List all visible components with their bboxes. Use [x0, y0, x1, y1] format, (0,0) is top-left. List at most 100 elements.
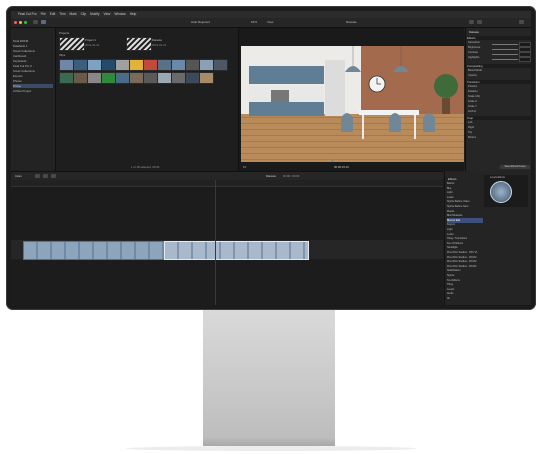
inspector-section-compositing[interactable]: Compositing — [467, 64, 531, 68]
sidebar-item-cardboard[interactable]: Cardboard — [13, 54, 26, 58]
sidebar-item-event[interactable]: Databank 1 — [13, 44, 27, 48]
clip-thumbnail[interactable] — [87, 72, 102, 84]
menu-item-clip[interactable]: Clip — [81, 11, 87, 18]
param-slider[interactable] — [492, 44, 518, 45]
save-preset-button[interactable]: Save Effects Preset — [500, 165, 530, 169]
sidebar-item-label: Smart Collections — [13, 49, 35, 53]
filter-popup[interactable]: Hide Rejected — [191, 20, 210, 24]
kitchen-scene-image — [241, 46, 464, 162]
viewer-image[interactable] — [241, 46, 464, 162]
sidebar-item-plain-project[interactable]: A Plain Project — [13, 89, 31, 93]
zoom-popup[interactable]: 64% — [251, 20, 257, 24]
monitor-bezel: Final Cut Pro File Edit Trim Mark Clip M… — [6, 6, 536, 310]
param-label: Right — [468, 126, 475, 129]
menu-item-trim[interactable]: Trim — [59, 11, 65, 18]
clip-thumbnail[interactable] — [87, 59, 102, 71]
minimize-window-button[interactable] — [19, 21, 22, 24]
view-popup[interactable]: View — [267, 20, 273, 24]
clip-thumbnail[interactable] — [143, 59, 158, 71]
clip-thumbnail[interactable] — [199, 72, 214, 84]
effect-thumbnail[interactable] — [490, 181, 512, 203]
clip-thumbnail[interactable] — [171, 59, 186, 71]
sidebar-item-photos[interactable]: Photos — [13, 79, 22, 83]
clip-thumbnail[interactable] — [59, 72, 74, 84]
menu-item-edit[interactable]: Edit — [50, 11, 56, 18]
inspector-section-effects[interactable]: Effects — [467, 36, 531, 40]
inspector-section-label: Effects — [467, 36, 476, 40]
sidebar-item-smart-collections[interactable]: Smart Collections — [13, 49, 35, 53]
sidebar-item-fcpx[interactable]: Final Cut Pro X — [13, 64, 32, 68]
sidebar-item-bridge[interactable]: Bridge — [13, 84, 53, 88]
project-thumbnail[interactable] — [59, 37, 85, 51]
inspector-row: Scale (All) — [468, 95, 530, 99]
save-preset-label: Save Effects Preset — [504, 165, 526, 168]
menu-item-file[interactable]: File — [41, 11, 46, 18]
import-icon[interactable] — [33, 20, 38, 24]
sidebar-item-exports[interactable]: Exports — [13, 74, 22, 78]
sidebar-item-keyboards[interactable]: Keyboards — [13, 59, 26, 63]
inspector-section-crop[interactable]: Crop — [467, 116, 531, 120]
sidebar-item-label: Bridge — [13, 84, 22, 88]
menu-item-mark[interactable]: Mark — [70, 11, 77, 18]
param-slider[interactable] — [492, 49, 518, 50]
fullscreen-icon[interactable] — [519, 20, 524, 24]
clip-track — [23, 241, 309, 260]
clip-thumbnail[interactable] — [115, 72, 130, 84]
clip-thumbnail[interactable] — [115, 59, 130, 71]
clip-thumbnail[interactable] — [73, 72, 88, 84]
param-value-field[interactable] — [519, 57, 531, 62]
clip-thumbnail[interactable] — [157, 72, 172, 84]
param-slider[interactable] — [492, 59, 518, 60]
insert-icon[interactable] — [43, 174, 48, 178]
append-icon[interactable] — [35, 174, 40, 178]
menu-item-view[interactable]: View — [104, 11, 111, 18]
clip-thumbnail[interactable] — [101, 59, 116, 71]
param-label: Saturation — [468, 41, 480, 44]
clip-thumbnail[interactable] — [129, 72, 144, 84]
param-label: Highlights — [468, 56, 480, 59]
clip-thumbnail[interactable] — [185, 59, 200, 71]
param-label: Bottom — [468, 136, 477, 139]
menu-item-modify[interactable]: Modify — [90, 11, 99, 18]
inspector-toggle-icon[interactable] — [469, 20, 474, 24]
clip-thumbnail[interactable] — [199, 59, 214, 71]
clip-thumbnail[interactable] — [143, 72, 158, 84]
project-meta: 2019-04-21 — [85, 43, 100, 47]
effects-category-item[interactable]: All — [447, 296, 483, 301]
timeline-clip-selected[interactable] — [164, 241, 309, 260]
timeline-clip[interactable] — [23, 241, 165, 260]
menu-item-window[interactable]: Window — [114, 11, 125, 18]
clip-thumbnail[interactable] — [185, 72, 200, 84]
play-icon[interactable] — [331, 159, 334, 162]
index-button[interactable]: Index — [15, 174, 22, 178]
clip-thumbnail[interactable] — [157, 59, 172, 71]
zoom-window-button[interactable] — [24, 21, 27, 24]
menu-item-app[interactable]: Final Cut Pro — [18, 11, 37, 18]
menu-bar: Final Cut Pro File Edit Trim Mark Clip M… — [11, 11, 531, 18]
monitor-stand — [203, 310, 335, 438]
param-slider[interactable] — [492, 54, 518, 55]
param-label: Scale (All) — [468, 95, 480, 98]
sidebar-item-library[interactable]: Final ROFM — [13, 39, 28, 43]
keyword-icon[interactable] — [41, 20, 46, 24]
overwrite-icon[interactable] — [51, 174, 56, 178]
clip-thumbnail[interactable] — [129, 59, 144, 71]
clip-thumbnail[interactable] — [213, 59, 228, 71]
clip-thumbnail[interactable] — [59, 59, 74, 71]
project-thumbnail[interactable] — [126, 37, 152, 51]
sidebar-item-label: Final ROFM — [13, 39, 29, 43]
clips-section-label: Clips — [59, 53, 66, 57]
close-window-button[interactable] — [14, 21, 17, 24]
stand-shadow — [126, 446, 416, 451]
menu-item-help[interactable]: Help — [130, 11, 137, 18]
clip-thumbnail[interactable] — [101, 72, 116, 84]
inspector-section-transform[interactable]: Transform — [467, 80, 531, 84]
timeline-ruler[interactable] — [11, 180, 443, 187]
param-label: Position — [468, 85, 478, 88]
sidebar-item-smart-collections-2[interactable]: Smart Collections — [13, 69, 35, 73]
clip-thumbnail[interactable] — [73, 59, 88, 71]
viewer-zoom-popup[interactable]: Fit — [243, 165, 246, 169]
share-icon[interactable] — [477, 20, 482, 24]
clip-thumbnail[interactable] — [171, 72, 186, 84]
inspector-row: Blend Mode — [468, 69, 530, 73]
